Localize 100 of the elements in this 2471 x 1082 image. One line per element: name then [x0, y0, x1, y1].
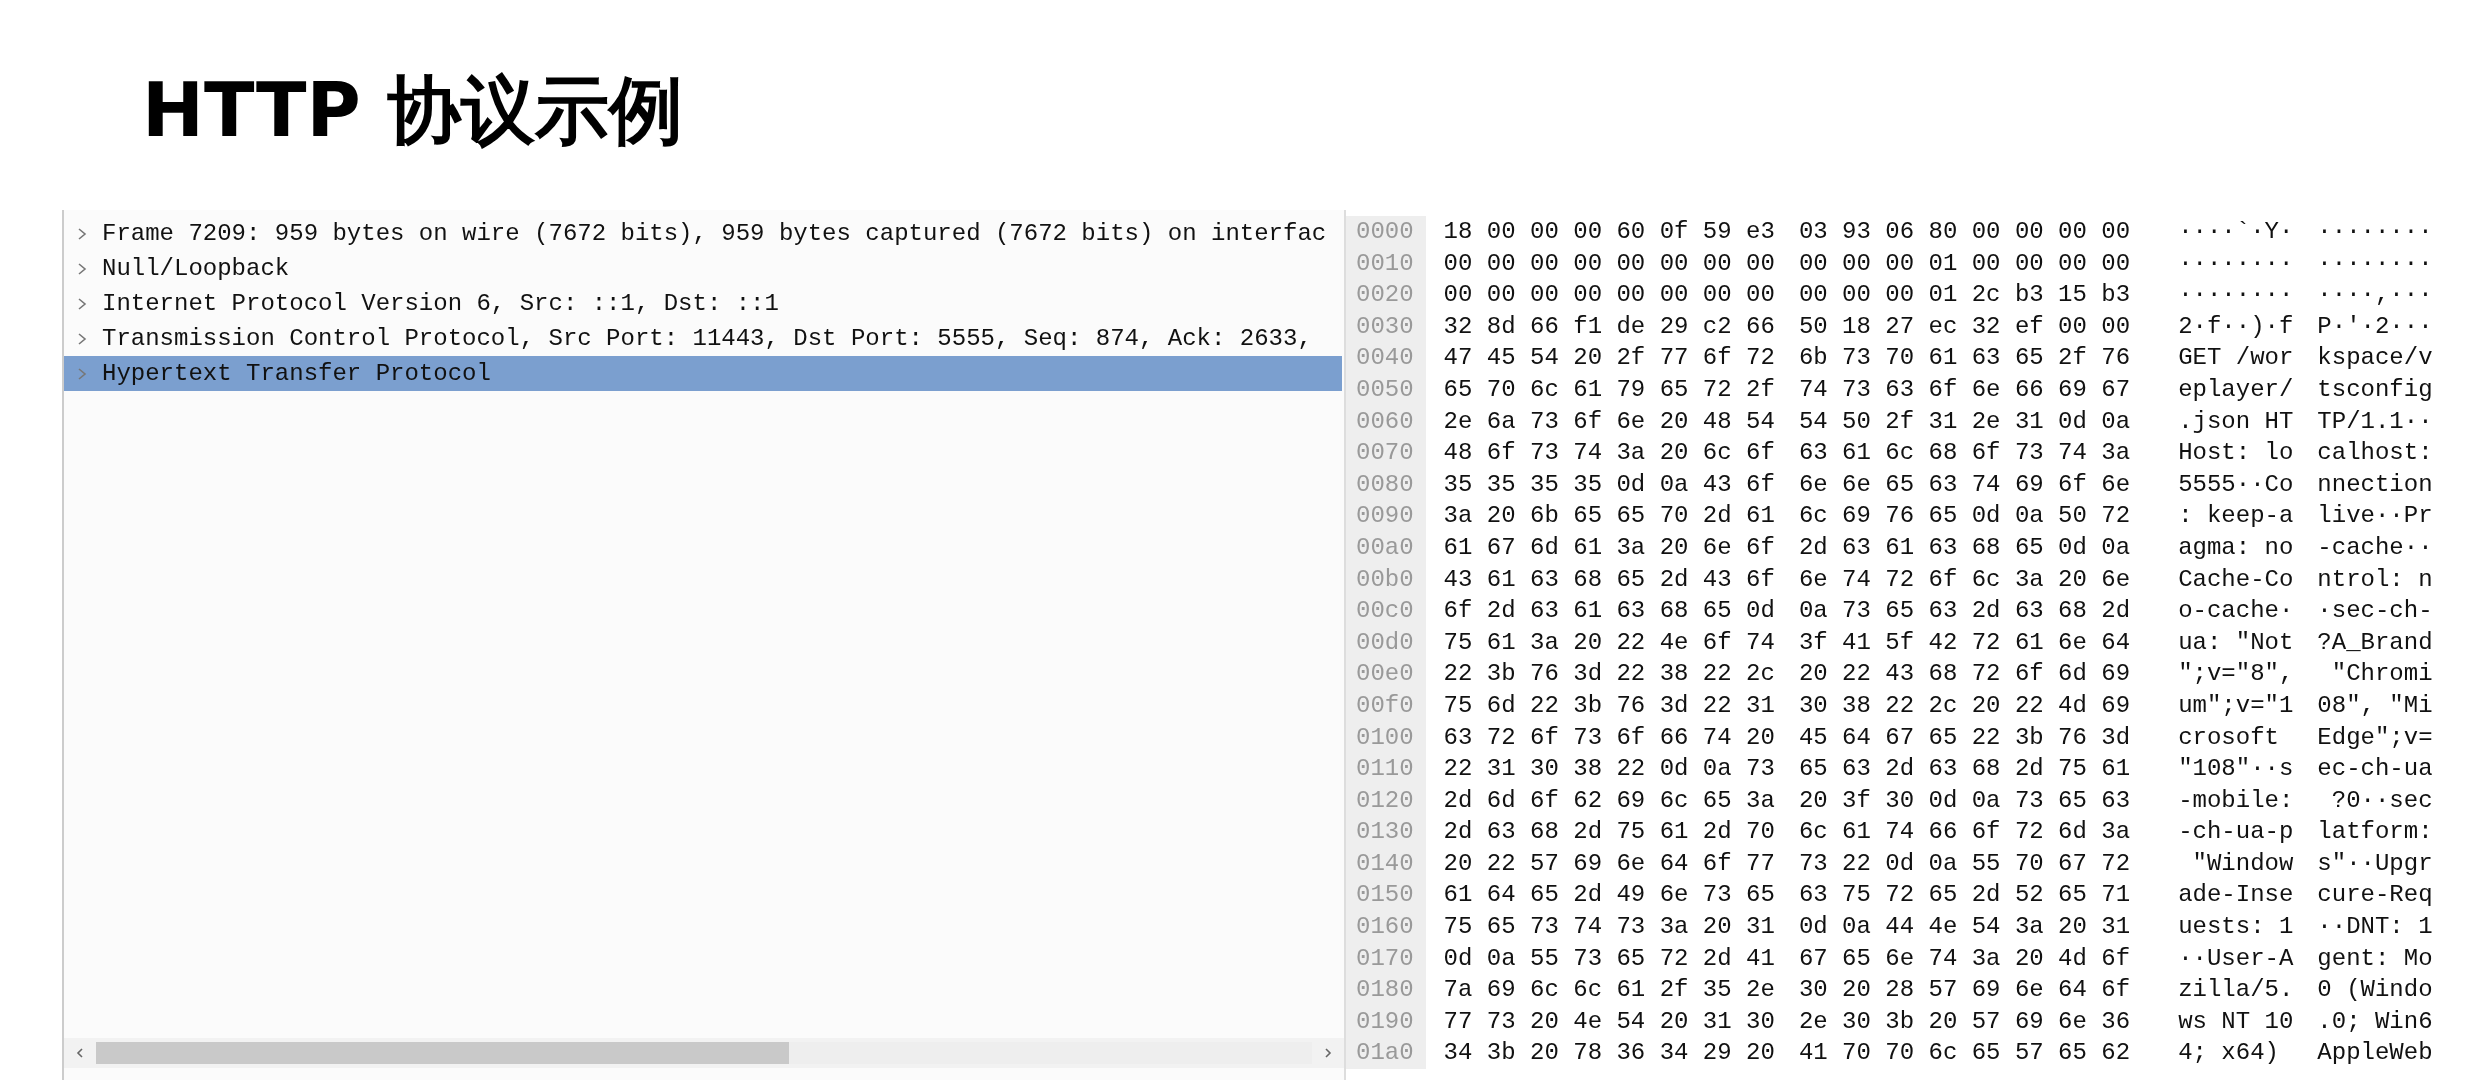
ascii-text: Edge";v= — [2317, 722, 2433, 753]
tree-item[interactable]: Hypertext Transfer Protocol — [64, 356, 1342, 391]
scrollbar-thumb[interactable] — [96, 1042, 790, 1064]
tree-label: Internet Protocol Version 6, Src: ::1, Dst: ::1 — [102, 290, 779, 317]
byte-offset: 0030 — [1356, 311, 1414, 342]
hex-bytes: 20 3f 30 0d 0a 73 65 63 — [1798, 785, 2131, 816]
tree-label: Frame 7209: 959 bytes on wire (7672 bits), 959 bytes captured (7672 bits) on interfac — [102, 220, 1327, 247]
hex-bytes: 2d 63 61 63 68 65 0d 0a — [1798, 532, 2131, 563]
hex-bytes: 75 61 3a 20 22 4e 6f 74 — [1443, 627, 1775, 658]
chevron-icon[interactable] — [76, 260, 88, 277]
hex-bytes: 30 38 22 2c 20 22 4d 69 — [1798, 690, 2131, 721]
hex-bytes: 20 22 43 68 72 6f 6d 69 — [1798, 659, 2131, 690]
ascii-text: s"··Upgr — [2317, 848, 2433, 879]
hex-bytes: 00 00 00 00 00 00 00 00 — [1443, 248, 1775, 279]
hex-bytes: 20 22 57 69 6e 64 6f 77 — [1443, 848, 1775, 879]
hex-bytes: 65 70 6c 61 79 65 72 2f — [1443, 374, 1775, 405]
byte-offset: 0130 — [1356, 817, 1414, 848]
byte-offset: 00b0 — [1356, 564, 1414, 595]
ascii-text: ?0··sec — [2330, 785, 2433, 816]
ascii-text: agma: no — [2178, 532, 2294, 563]
hex-bytes: 41 70 70 6c 65 57 65 62 — [1798, 1038, 2131, 1069]
hex-bytes: 6f 2d 63 61 63 68 65 0d — [1443, 596, 1775, 627]
byte-offset: 01a0 — [1356, 1038, 1414, 1069]
hex-bytes: 61 64 65 2d 49 6e 73 65 — [1443, 880, 1775, 911]
hex-bytes: 63 72 6f 73 6f 66 74 20 — [1443, 722, 1775, 753]
hex-bytes: 75 65 73 74 73 3a 20 31 — [1443, 912, 1775, 943]
hex-bytes: 00 00 00 01 00 00 00 00 — [1798, 248, 2131, 279]
tree-label: Null/Loopback — [102, 255, 290, 282]
ascii-text: Cache-Co — [2178, 564, 2294, 595]
hex-bytes: 6c 69 76 65 0d 0a 50 72 — [1798, 501, 2131, 532]
chevron-icon[interactable] — [76, 225, 88, 242]
byte-offset: 0060 — [1356, 406, 1414, 437]
chevron-icon[interactable] — [76, 330, 88, 347]
hex-bytes: 2d 63 68 2d 75 61 2d 70 — [1443, 817, 1775, 848]
ascii-text: crosoft — [2178, 722, 2280, 753]
tree-item[interactable]: Frame 7209: 959 bytes on wire (7672 bits), 959 bytes captured (7672 bits) on interfac — [64, 216, 1327, 251]
ascii-text: ········ — [2317, 217, 2433, 247]
ascii-text: Host: lo — [2178, 438, 2294, 469]
byte-offset: 0180 — [1356, 975, 1414, 1006]
byte-offset: 00e0 — [1356, 659, 1414, 690]
ascii-text: kspace/v — [2317, 343, 2433, 374]
byte-offset: 0150 — [1356, 880, 1414, 911]
hex-bytes: 61 67 6d 61 3a 20 6e 6f — [1443, 532, 1775, 563]
ascii-text: latform: — [2317, 817, 2433, 848]
tree-label: Transmission Control Protocol, Src Port: 11443, Dst Port: 5555, Seq: 874, Ack: 2633, — [102, 325, 1312, 352]
hex-bytes: 54 50 2f 31 2e 31 0d 0a — [1798, 406, 2131, 437]
slide-title: HTTP 协议示例 — [142, 66, 683, 155]
byte-offset: 00c0 — [1356, 596, 1414, 627]
hex-bytes: 30 20 28 57 69 6e 64 6f — [1798, 975, 2131, 1006]
hex-bytes: 0d 0a 55 73 65 72 2d 41 — [1443, 943, 1775, 974]
hex-bytes: 73 22 0d 0a 55 70 67 72 — [1798, 848, 2131, 879]
ascii-text: cure-Req — [2317, 880, 2433, 911]
ascii-text: live··Pr — [2317, 501, 2433, 532]
ascii-text: nnection — [2317, 469, 2433, 500]
byte-offset: 0160 — [1356, 912, 1414, 943]
hex-bytes: 0a 73 65 63 2d 63 68 2d — [1798, 596, 2131, 627]
hex-bytes: 63 75 72 65 2d 52 65 71 — [1798, 880, 2131, 911]
horizontal-scrollbar[interactable] — [64, 1038, 1344, 1068]
byte-offset: 0140 — [1356, 848, 1414, 879]
ascii-text: ade-Inse — [2178, 880, 2294, 911]
ascii-text: ua: "Not — [2178, 627, 2294, 658]
ascii-text: AppleWeb — [2317, 1038, 2433, 1069]
tree-item[interactable]: Null/Loopback — [64, 251, 290, 286]
ascii-text: ····,··· — [2317, 280, 2433, 311]
hex-bytes: 2d 6d 6f 62 69 6c 65 3a — [1443, 785, 1775, 816]
byte-offset: 00a0 — [1356, 532, 1414, 563]
byte-offset: 00d0 — [1356, 627, 1414, 658]
ascii-text: calhost: — [2317, 438, 2433, 469]
hex-bytes: 6b 73 70 61 63 65 2f 76 — [1798, 343, 2131, 374]
byte-offset: 0110 — [1356, 754, 1414, 785]
byte-offset: 0090 — [1356, 501, 1414, 532]
ascii-text: P·'·2··· — [2317, 311, 2433, 342]
hex-bytes: 00 00 00 00 00 00 00 00 — [1443, 280, 1775, 311]
ascii-text: ····`·Y· — [2178, 217, 2294, 247]
hex-bytes: 00 00 00 01 2c b3 15 b3 — [1798, 280, 2131, 311]
ascii-text: 5555··Co — [2178, 469, 2294, 500]
ascii-text: um";v="1 — [2178, 690, 2294, 721]
hex-bytes: 48 6f 73 74 3a 20 6c 6f — [1443, 438, 1775, 469]
ascii-text: gent: Mo — [2317, 943, 2433, 974]
chevron-icon[interactable] — [76, 295, 88, 312]
byte-offset: 0070 — [1356, 438, 1414, 469]
byte-offset: 0020 — [1356, 280, 1414, 311]
hex-bytes: 47 45 54 20 2f 77 6f 72 — [1443, 343, 1775, 374]
ascii-text: 08", "Mi — [2317, 690, 2433, 721]
ascii-text: 4; x64) — [2178, 1038, 2280, 1069]
byte-offset: 0100 — [1356, 722, 1414, 753]
hex-bytes: 18 00 00 00 60 0f 59 e3 — [1443, 217, 1775, 247]
tree-item[interactable]: Transmission Control Protocol, Src Port: 11443, Dst Port: 5555, Seq: 874, Ack: 2633, — [64, 321, 1312, 356]
ascii-text: ec-ch-ua — [2317, 754, 2433, 785]
hex-bytes: 2e 30 3b 20 57 69 6e 36 — [1798, 1006, 2131, 1037]
tree-item[interactable]: Internet Protocol Version 6, Src: ::1, Dst: ::1 — [64, 286, 779, 321]
ascii-text: -ch-ua-p — [2178, 817, 2294, 848]
hex-bytes: 6c 61 74 66 6f 72 6d 3a — [1798, 817, 2131, 848]
hex-bytes: 22 31 30 38 22 0d 0a 73 — [1443, 754, 1775, 785]
ascii-text: uests: 1 — [2178, 912, 2294, 943]
ascii-text: ws NT 10 — [2178, 1006, 2294, 1037]
hex-bytes: 6e 6e 65 63 74 69 6f 6e — [1798, 469, 2131, 500]
hex-bytes: 03 93 06 80 00 00 00 00 — [1798, 217, 2131, 247]
byte-offset: 0080 — [1356, 469, 1414, 500]
ascii-text: ········ — [2317, 248, 2433, 279]
